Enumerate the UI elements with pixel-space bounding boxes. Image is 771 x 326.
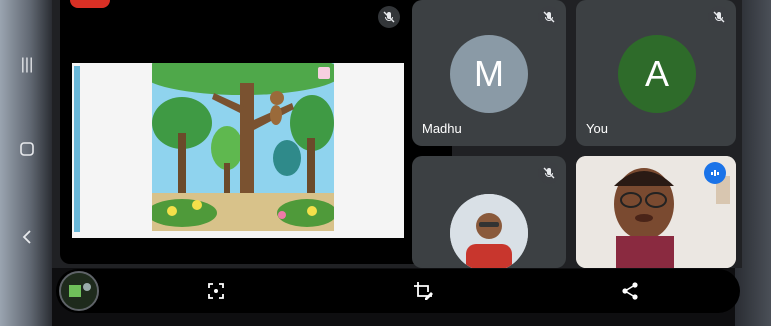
participant-tile-you[interactable]: A You (576, 0, 736, 146)
participant-name: You (586, 121, 608, 136)
share-icon[interactable] (620, 281, 640, 301)
mic-off-icon (538, 6, 560, 28)
back-icon[interactable] (18, 230, 36, 248)
participant-name: Madhu (422, 121, 462, 136)
mic-off-icon (378, 6, 400, 28)
screenshot-thumbnail[interactable] (59, 271, 99, 311)
screenshot-toolbar (56, 269, 740, 313)
system-nav-bar: ||| (0, 0, 52, 326)
crop-edit-icon[interactable] (413, 281, 433, 301)
participant-tile-presenter[interactable] (576, 156, 736, 268)
meeting-grid: M Madhu A You (52, 0, 742, 268)
recent-apps-icon[interactable]: ||| (18, 56, 36, 74)
participant-video (450, 194, 528, 268)
avatar: M (450, 35, 528, 113)
slide-illustration (152, 63, 334, 231)
phone-screen: ||| M Madhu A You (0, 0, 771, 326)
fullscreen-icon[interactable] (206, 281, 226, 301)
participant-tile-camera[interactable] (412, 156, 566, 268)
slide-border (74, 66, 80, 232)
mic-off-icon (538, 162, 560, 184)
speaking-indicator-icon (704, 162, 726, 184)
presentation-tile[interactable] (60, 0, 452, 264)
participant-tile-madhu[interactable]: M Madhu (412, 0, 566, 146)
avatar: A (618, 35, 696, 113)
home-icon[interactable] (18, 142, 36, 160)
mic-off-icon (708, 6, 730, 28)
recording-badge (70, 0, 110, 8)
